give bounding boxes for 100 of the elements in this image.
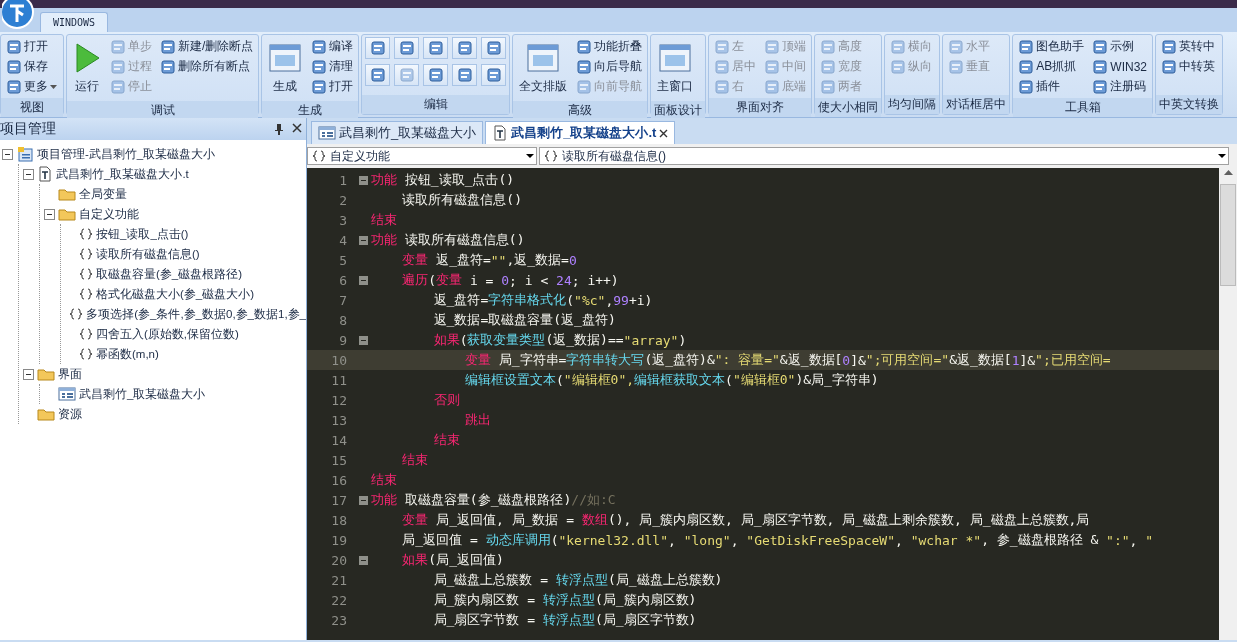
- toolbar-button[interactable]: [365, 37, 391, 59]
- tree-item[interactable]: 全局变量: [79, 186, 127, 202]
- tree-item[interactable]: 项目管理-武昌剩竹_取某磁盘大小: [37, 146, 216, 162]
- tree-item[interactable]: 界面: [58, 366, 82, 382]
- editor-tab[interactable]: 武昌剩竹_取某磁盘大小: [311, 121, 484, 144]
- ribbon-button[interactable]: 生成: [265, 37, 306, 99]
- folder-icon: [37, 367, 55, 381]
- toolbar-button[interactable]: [481, 64, 507, 86]
- toolbar-button[interactable]: [365, 64, 391, 86]
- code-token: 获取变量类型: [467, 331, 546, 349]
- braces-icon: [69, 307, 84, 321]
- collapse-icon[interactable]: [23, 368, 34, 380]
- collapse-icon[interactable]: [44, 208, 55, 220]
- code-token: 变量: [401, 511, 429, 529]
- braces-icon: [79, 287, 93, 301]
- tree-item[interactable]: 四舍五入(原始数,保留位数): [96, 326, 239, 342]
- ribbon-button[interactable]: 主窗口: [654, 37, 697, 99]
- toolbar-button[interactable]: [423, 64, 449, 86]
- ribbon-button[interactable]: 向后导航: [574, 57, 645, 76]
- tree-item[interactable]: 取磁盘容量(参_磁盘根路径): [96, 266, 243, 282]
- ribbon-button[interactable]: 新建/删除断点: [158, 37, 256, 56]
- editor-tab[interactable]: 武昌剩竹_取某磁盘大小.t: [485, 121, 676, 144]
- toolbar-icon: [369, 67, 386, 83]
- collapse-icon[interactable]: [2, 148, 13, 160]
- app-logo-icon[interactable]: [2, 0, 36, 30]
- toolbar-icon: [160, 38, 176, 55]
- tree-item[interactable]: 幂函数(m,n): [96, 346, 159, 362]
- dropdown-arrow-icon: [1218, 153, 1226, 159]
- toolbar-icon: [311, 38, 328, 55]
- toolbar-icon: [110, 58, 126, 75]
- scope-dropdown[interactable]: 自定义功能: [307, 147, 537, 165]
- code-token: 返_数据=取磁盘容量(返_盘符): [432, 311, 616, 329]
- function-dropdown[interactable]: 读取所有磁盘信息(): [539, 147, 1229, 165]
- code-token: ,返_数据=: [506, 251, 569, 269]
- tree-item[interactable]: 武昌剩竹_取某磁盘大小: [79, 386, 206, 402]
- line-number: 15: [330, 452, 348, 468]
- code-token: 局_返回值 =: [401, 531, 479, 549]
- tree-item[interactable]: 资源: [58, 406, 82, 422]
- toolbar-button[interactable]: [452, 64, 478, 86]
- scroll-thumb[interactable]: [1220, 184, 1236, 286]
- code-token: &返_数据[: [779, 351, 843, 369]
- code-token: 遍历: [401, 271, 429, 289]
- toolbar-button[interactable]: [394, 37, 420, 59]
- ribbon-button[interactable]: 保存: [4, 57, 60, 76]
- code-token: 局_磁盘上总簇数 =: [432, 571, 550, 589]
- toolbar-icon: [427, 67, 444, 83]
- ribbon-button[interactable]: 打开: [309, 77, 356, 96]
- code-token: 功能: [371, 231, 397, 249]
- tree-item[interactable]: 武昌剩竹_取某磁盘大小.t: [56, 166, 189, 182]
- ribbon-button[interactable]: 编译: [309, 37, 356, 56]
- group-label: 视图: [1, 98, 63, 117]
- code-token: i =: [468, 272, 495, 288]
- tree-item[interactable]: 按钮_读取_点击(): [96, 226, 189, 242]
- ribbon-button[interactable]: WIN32: [1090, 57, 1150, 76]
- code-token: 跳出: [463, 411, 491, 429]
- ribbon-button[interactable]: 注册码: [1090, 77, 1150, 96]
- code-token: (返_数据)==: [545, 331, 624, 349]
- text-file-icon: [492, 125, 509, 141]
- braces-icon: [79, 227, 93, 241]
- ribbon-button[interactable]: 英转中: [1159, 37, 1218, 56]
- tree-item[interactable]: 格式化磁盘大小(参_磁盘大小): [96, 286, 255, 302]
- code-token: (: [428, 272, 437, 288]
- ribbon-button[interactable]: 删除所有断点: [158, 57, 256, 76]
- toolbar-icon: [369, 40, 386, 56]
- line-number: 12: [330, 392, 348, 408]
- ribbon-button[interactable]: 打开: [4, 37, 60, 56]
- toolbar-button[interactable]: [423, 37, 449, 59]
- code-token: ";可用空间=": [865, 351, 950, 369]
- code-token: (局_簇内扇区数): [594, 591, 697, 609]
- run-button[interactable]: 运行: [70, 37, 104, 99]
- toolbar-button[interactable]: [452, 37, 478, 59]
- toolbar-icon: [456, 67, 473, 83]
- toolbar-icon: [576, 38, 593, 55]
- toolbar-icon: [485, 40, 502, 56]
- toolbar-icon: [6, 78, 22, 95]
- ribbon-button[interactable]: 清理: [309, 57, 356, 76]
- ribbon-button[interactable]: 中转英: [1159, 57, 1218, 76]
- toolbar-button[interactable]: [481, 37, 507, 59]
- ribbon-tab[interactable]: WINDOWS: [40, 12, 109, 32]
- code-token: 变量: [463, 351, 491, 369]
- toolbar-icon: [576, 58, 593, 75]
- toolbar-icon: [948, 58, 965, 75]
- collapse-icon[interactable]: [23, 168, 34, 180]
- folder-icon: [58, 207, 76, 221]
- tree-item[interactable]: 读取所有磁盘信息(): [96, 246, 200, 262]
- ribbon-button[interactable]: 示例: [1090, 37, 1150, 56]
- vertical-scrollbar[interactable]: [1219, 168, 1237, 640]
- ribbon-button[interactable]: 全文排版: [516, 37, 571, 99]
- ribbon-button[interactable]: 功能折叠: [574, 37, 645, 56]
- ribbon-button[interactable]: 插件: [1016, 77, 1087, 96]
- toolbar-icon: [714, 78, 731, 95]
- toolbar-icon: [1018, 78, 1035, 95]
- tree-item[interactable]: 多项选择(参_条件,参_数据0,参_数据1,参_: [86, 306, 306, 322]
- toolbar-icon: [160, 58, 176, 75]
- tree-item[interactable]: 自定义功能: [79, 206, 139, 222]
- line-number: 6: [338, 272, 348, 288]
- ribbon-button[interactable]: 更多: [4, 77, 60, 96]
- ribbon-button[interactable]: AB抓抓: [1016, 57, 1087, 76]
- ribbon-button[interactable]: 图色助手: [1016, 37, 1087, 56]
- code-token: (: [555, 372, 564, 388]
